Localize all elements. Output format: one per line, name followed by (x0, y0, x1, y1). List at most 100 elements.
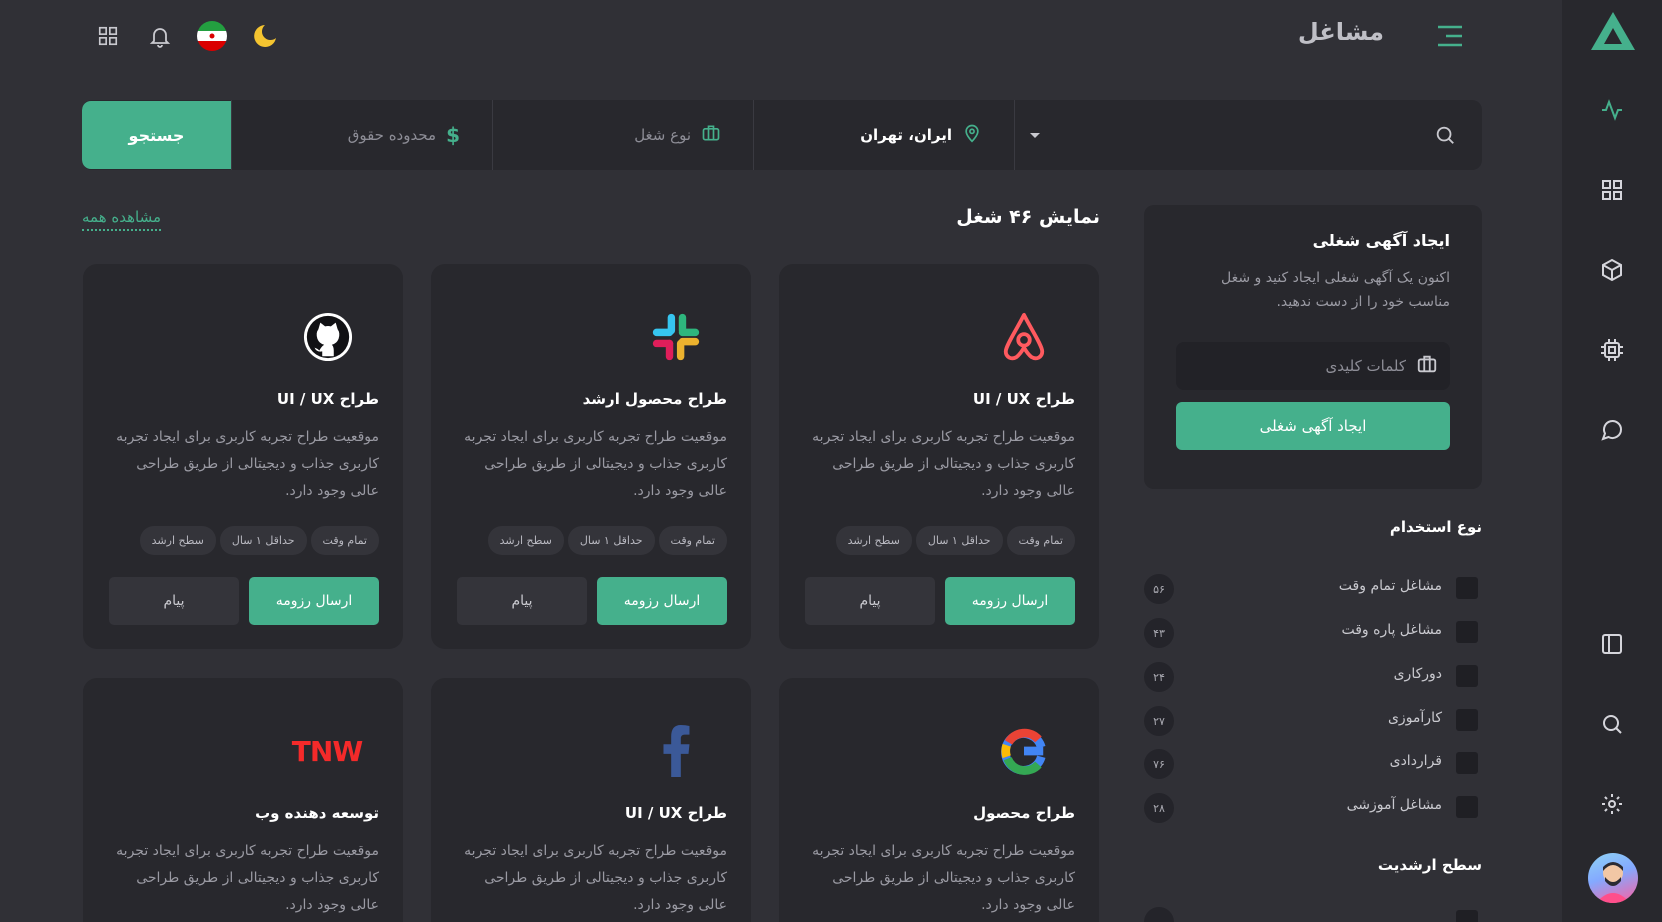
employment-type-title: نوع استخدام (1389, 518, 1482, 536)
send-resume-button[interactable]: ارسال رزومه (597, 577, 727, 625)
filter-row[interactable]: مشاغل پاره وقت ۴۳ (1144, 618, 1482, 648)
message-button[interactable]: پیام (805, 577, 935, 625)
view-all-link[interactable]: مشاهده همه (82, 208, 162, 231)
dark-mode-toggle-icon[interactable] (249, 20, 281, 52)
job-description: موقعیت طراح تجربه کاربری برای ایجاد تجرب… (464, 429, 727, 499)
job-tag: سطح ارشد (835, 526, 912, 555)
create-job-ad-panel: ایجاد آگهی شغلی اکنون یک آگهی شغلی ایجاد… (1144, 205, 1482, 489)
filter-row[interactable]: کارآموزی ۲۷ (1144, 706, 1482, 736)
search-icon (1434, 124, 1456, 150)
filter-row[interactable]: دورکاری ۲۴ (1144, 662, 1482, 692)
job-tag: تمام وقت (310, 526, 379, 555)
filter-count-badge: ۲۴ (1144, 662, 1174, 692)
sidebar (1562, 0, 1662, 922)
message-button[interactable]: پیام (109, 577, 239, 625)
job-tag: سطح ارشد (139, 526, 216, 555)
tnw-logo-text: TNW (291, 734, 363, 768)
filter-checkbox[interactable] (1456, 752, 1478, 774)
job-search-bar: ایران، تهران نوع شغل $ محدوده حقوق جستجو (82, 100, 1482, 170)
job-card-actions: ارسال رزومه پیام (805, 577, 1075, 625)
filter-label: مشاغل تمام وقت (1338, 578, 1442, 594)
job-tags: تمام وقت حداقل ۱ سال سطح ارشد (835, 526, 1075, 555)
job-title: توسعه دهنده وب (255, 804, 379, 822)
job-title: طراح محصول (973, 804, 1075, 822)
slack-logo-icon (649, 310, 703, 364)
create-job-ad-description: اکنون یک آگهی شغلی ایجاد کنید و شغل مناس… (1221, 270, 1450, 310)
job-type-label: نوع شغل (634, 126, 691, 144)
job-type-select[interactable]: نوع شغل (492, 100, 753, 170)
location-select[interactable]: ایران، تهران (753, 100, 1014, 170)
search-button[interactable]: جستجو (82, 101, 231, 169)
filter-row[interactable] (1144, 907, 1482, 922)
bell-icon[interactable] (144, 20, 176, 52)
create-job-ad-button[interactable]: ایجاد آگهی شغلی (1176, 402, 1450, 450)
chat-icon[interactable] (1598, 416, 1626, 444)
send-resume-button[interactable]: ارسال رزومه (249, 577, 379, 625)
job-title: طراح UI / UX (972, 390, 1075, 408)
cpu-icon[interactable] (1598, 336, 1626, 364)
filter-checkbox[interactable] (1456, 621, 1478, 643)
filter-count-badge: ۲۷ (1144, 706, 1174, 736)
filter-row[interactable]: مشاغل تمام وقت ۵۶ (1144, 574, 1482, 604)
gear-icon[interactable] (1598, 790, 1626, 818)
filter-label: قراردادی (1389, 753, 1442, 769)
job-title: طراح UI / UX (276, 390, 379, 408)
language-flag-icon[interactable] (196, 20, 228, 52)
salary-range-label: محدوده حقوق (347, 126, 437, 144)
job-card-actions: ارسال رزومه پیام (457, 577, 727, 625)
filter-checkbox[interactable] (1456, 665, 1478, 687)
filter-row[interactable]: مشاغل آموزشی ۲۸ (1144, 793, 1482, 823)
box-icon[interactable] (1598, 256, 1626, 284)
job-description: موقعیت طراح تجربه کاربری برای ایجاد تجرب… (812, 429, 1075, 499)
job-card[interactable]: طراح UI / UX موقعیت طراح تجربه کاربری بر… (431, 678, 751, 922)
filter-label: کارآموزی (1387, 710, 1442, 726)
apps-icon[interactable] (92, 20, 124, 52)
job-card[interactable]: طراح محصول موقعیت طراح تجربه کاربری برای… (779, 678, 1099, 922)
job-title: طراح محصول ارشد (582, 390, 727, 408)
filter-checkbox[interactable] (1456, 577, 1478, 599)
job-tags: تمام وقت حداقل ۱ سال سطح ارشد (487, 526, 727, 555)
job-card[interactable]: TNW توسعه دهنده وب موقعیت طراح تجربه کار… (83, 678, 403, 922)
job-title: طراح UI / UX (624, 804, 727, 822)
briefcase-icon (1416, 353, 1438, 379)
job-tag: تمام وقت (658, 526, 727, 555)
briefcase-icon (701, 123, 721, 147)
page-title: مشاغل (1297, 18, 1384, 46)
app-logo[interactable] (1590, 10, 1636, 52)
search-icon[interactable] (1598, 710, 1626, 738)
filter-label: مشاغل آموزشی (1346, 797, 1442, 813)
filter-label: مشاغل پاره وقت (1341, 622, 1442, 638)
job-tags: تمام وقت حداقل ۱ سال سطح ارشد (139, 526, 379, 555)
job-card[interactable]: طراح محصول ارشد موقعیت طراح تجربه کاربری… (431, 264, 751, 649)
filter-count-badge: ۷۶ (1144, 749, 1174, 779)
keyword-field[interactable] (1176, 342, 1450, 390)
message-button[interactable]: پیام (457, 577, 587, 625)
filter-checkbox[interactable] (1456, 709, 1478, 731)
airbnb-logo-icon (997, 310, 1051, 364)
filter-count-badge (1144, 907, 1174, 922)
filter-count-badge: ۵۶ (1144, 574, 1174, 604)
facebook-logo-icon (649, 724, 703, 778)
sidebar-toggle-icon[interactable] (1598, 630, 1626, 658)
grid-icon[interactable] (1598, 176, 1626, 204)
job-description: موقعیت طراح تجربه کاربری برای ایجاد تجرب… (116, 429, 379, 499)
filter-checkbox[interactable] (1456, 796, 1478, 818)
avatar[interactable] (1588, 853, 1638, 903)
keyword-search-field[interactable] (1014, 100, 1482, 170)
google-logo-icon (997, 724, 1051, 778)
dollar-icon: $ (446, 123, 460, 147)
job-description: موقعیت طراح تجربه کاربری برای ایجاد تجرب… (116, 843, 379, 913)
job-card[interactable]: طراح UI / UX موقعیت طراح تجربه کاربری بر… (779, 264, 1099, 649)
chevron-down-icon[interactable] (1029, 126, 1041, 145)
job-card[interactable]: طراح UI / UX موقعیت طراح تجربه کاربری بر… (83, 264, 403, 649)
filter-count-badge: ۲۸ (1144, 793, 1174, 823)
salary-range-select[interactable]: $ محدوده حقوق (231, 100, 492, 170)
filter-count-badge: ۴۳ (1144, 618, 1174, 648)
filter-row[interactable]: قراردادی ۷۶ (1144, 749, 1482, 779)
menu-icon[interactable] (1436, 24, 1464, 48)
activity-icon[interactable] (1598, 96, 1626, 124)
top-header: مشاغل (0, 0, 1562, 76)
send-resume-button[interactable]: ارسال رزومه (945, 577, 1075, 625)
keyword-input[interactable] (1176, 357, 1406, 375)
filter-checkbox[interactable] (1456, 910, 1478, 922)
